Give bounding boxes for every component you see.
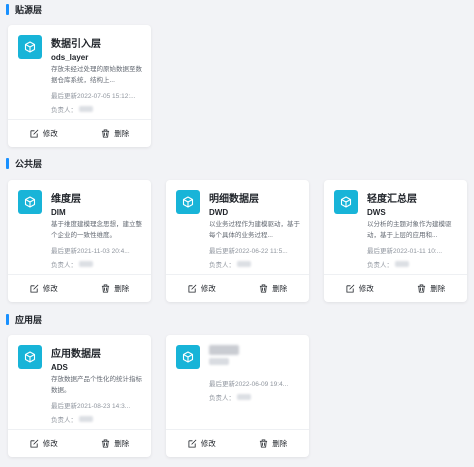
delete-label: 删除 — [114, 129, 130, 138]
section-title-text: 公共层 — [15, 159, 43, 169]
layer-card-ods[interactable]: 数据引入层 ods_layer 存放未经过处理的原始数据至数据仓库系统，结构上.… — [8, 25, 151, 147]
owner-label: 负责人： — [209, 262, 235, 269]
delete-label: 删除 — [114, 439, 130, 448]
owner: 负责人： — [51, 259, 145, 269]
trash-icon — [260, 284, 268, 293]
edit-icon — [30, 439, 39, 448]
cube-icon — [18, 35, 42, 59]
delete-label: 删除 — [272, 439, 288, 448]
layer-card-dim[interactable]: 维度层 DIM 基于维度建模理念思想，建立整个企业的一致性维度。 最后更新202… — [8, 180, 151, 302]
trash-icon — [102, 129, 110, 138]
layer-code-blurred — [209, 358, 229, 365]
edit-icon — [188, 439, 197, 448]
delete-label: 删除 — [430, 284, 446, 293]
section-title-text: 应用层 — [15, 315, 43, 325]
owner: 负责人： — [209, 392, 303, 402]
delete-button[interactable]: 删除 — [80, 283, 152, 294]
edit-label: 修改 — [200, 439, 216, 448]
edit-icon — [30, 129, 39, 138]
section-title-application: 应用层 — [6, 313, 42, 326]
owner: 负责人： — [209, 259, 303, 269]
layer-code: ods_layer — [51, 53, 89, 62]
layer-description: 以分析的主题对象作为建模驱动，基于上层的应用和... — [367, 221, 452, 239]
layer-name: 数据引入层 — [51, 39, 101, 50]
trash-icon — [260, 439, 268, 448]
owner-blurred — [395, 261, 409, 267]
edit-label: 修改 — [42, 129, 58, 138]
delete-label: 删除 — [272, 284, 288, 293]
owner-blurred — [79, 261, 93, 267]
layer-name: 轻度汇总层 — [367, 194, 417, 205]
layer-code: DWD — [209, 208, 229, 217]
owner-label: 负责人： — [51, 107, 77, 114]
owner-blurred — [79, 106, 93, 112]
edit-button[interactable]: 修改 — [8, 128, 80, 139]
layer-name: 明细数据层 — [209, 194, 259, 205]
delete-button[interactable]: 删除 — [238, 438, 310, 449]
owner-label: 负责人： — [51, 262, 77, 269]
edit-icon — [346, 284, 355, 293]
layer-card-dws[interactable]: 轻度汇总层 DWS 以分析的主题对象作为建模驱动，基于上层的应用和... 最后更… — [324, 180, 467, 302]
delete-button[interactable]: 删除 — [238, 283, 310, 294]
layer-card-dwd[interactable]: 明细数据层 DWD 以业务过程作为建模驱动，基于每个具体的业务过程... 最后更… — [166, 180, 309, 302]
last-updated: 最后更新2021-08-23 14:3... — [51, 403, 131, 410]
edit-button[interactable]: 修改 — [324, 283, 396, 294]
layer-name: 维度层 — [51, 194, 81, 205]
delete-button[interactable]: 删除 — [80, 128, 152, 139]
layer-name: 应用数据层 — [51, 349, 101, 360]
cube-icon — [176, 345, 200, 369]
trash-icon — [418, 284, 426, 293]
layer-card-redacted[interactable]: 最后更新2022-06-09 19:4... 负责人： 修改 删除 — [166, 335, 309, 457]
cube-icon — [334, 190, 358, 214]
layer-description: 以业务过程作为建模驱动，基于每个具体的业务过程... — [209, 221, 300, 239]
owner: 负责人： — [51, 414, 145, 424]
owner-blurred — [79, 416, 93, 422]
section-marker — [6, 158, 9, 169]
last-updated: 最后更新2022-01-11 10:... — [367, 248, 443, 255]
section-title-common: 公共层 — [6, 157, 42, 170]
edit-icon — [188, 284, 197, 293]
layer-description: 存放未经过处理的原始数据至数据仓库系统，结构上... — [51, 66, 142, 84]
last-updated: 最后更新2022-06-22 11:5... — [209, 248, 288, 255]
section-marker — [6, 314, 9, 325]
owner-label: 负责人： — [209, 395, 235, 402]
edit-button[interactable]: 修改 — [8, 283, 80, 294]
owner-blurred — [237, 261, 251, 267]
section-title-text: 贴源层 — [15, 5, 43, 15]
trash-icon — [102, 284, 110, 293]
owner-blurred — [237, 394, 251, 400]
edit-button[interactable]: 修改 — [8, 438, 80, 449]
delete-button[interactable]: 删除 — [396, 283, 468, 294]
layer-description: 存放数据产品个性化的统计指标数据。 — [51, 376, 142, 394]
section-marker — [6, 4, 9, 15]
delete-button[interactable]: 删除 — [80, 438, 152, 449]
owner: 负责人： — [51, 104, 145, 114]
layer-card-ads[interactable]: 应用数据层 ADS 存放数据产品个性化的统计指标数据。 最后更新2021-08-… — [8, 335, 151, 457]
owner-label: 负责人： — [367, 262, 393, 269]
cube-icon — [18, 190, 42, 214]
layer-code: DIM — [51, 208, 66, 217]
last-updated: 最后更新2022-06-09 19:4... — [209, 381, 289, 388]
edit-label: 修改 — [200, 284, 216, 293]
edit-label: 修改 — [42, 439, 58, 448]
cube-icon — [176, 190, 200, 214]
edit-icon — [30, 284, 39, 293]
layer-name-blurred — [209, 345, 239, 355]
layer-code: ADS — [51, 363, 68, 372]
trash-icon — [102, 439, 110, 448]
delete-label: 删除 — [114, 284, 130, 293]
edit-button[interactable]: 修改 — [166, 283, 238, 294]
owner-label: 负责人： — [51, 417, 77, 424]
owner: 负责人： — [367, 259, 461, 269]
cube-icon — [18, 345, 42, 369]
edit-label: 修改 — [358, 284, 374, 293]
layer-code: DWS — [367, 208, 386, 217]
layer-description: 基于维度建模理念思想，建立整个企业的一致性维度。 — [51, 221, 142, 239]
last-updated: 最后更新2021-11-03 20:4... — [51, 248, 130, 255]
section-title-source: 贴源层 — [6, 3, 42, 16]
last-updated: 最后更新2022-07-05 15:12:... — [51, 93, 136, 100]
edit-button[interactable]: 修改 — [166, 438, 238, 449]
edit-label: 修改 — [42, 284, 58, 293]
